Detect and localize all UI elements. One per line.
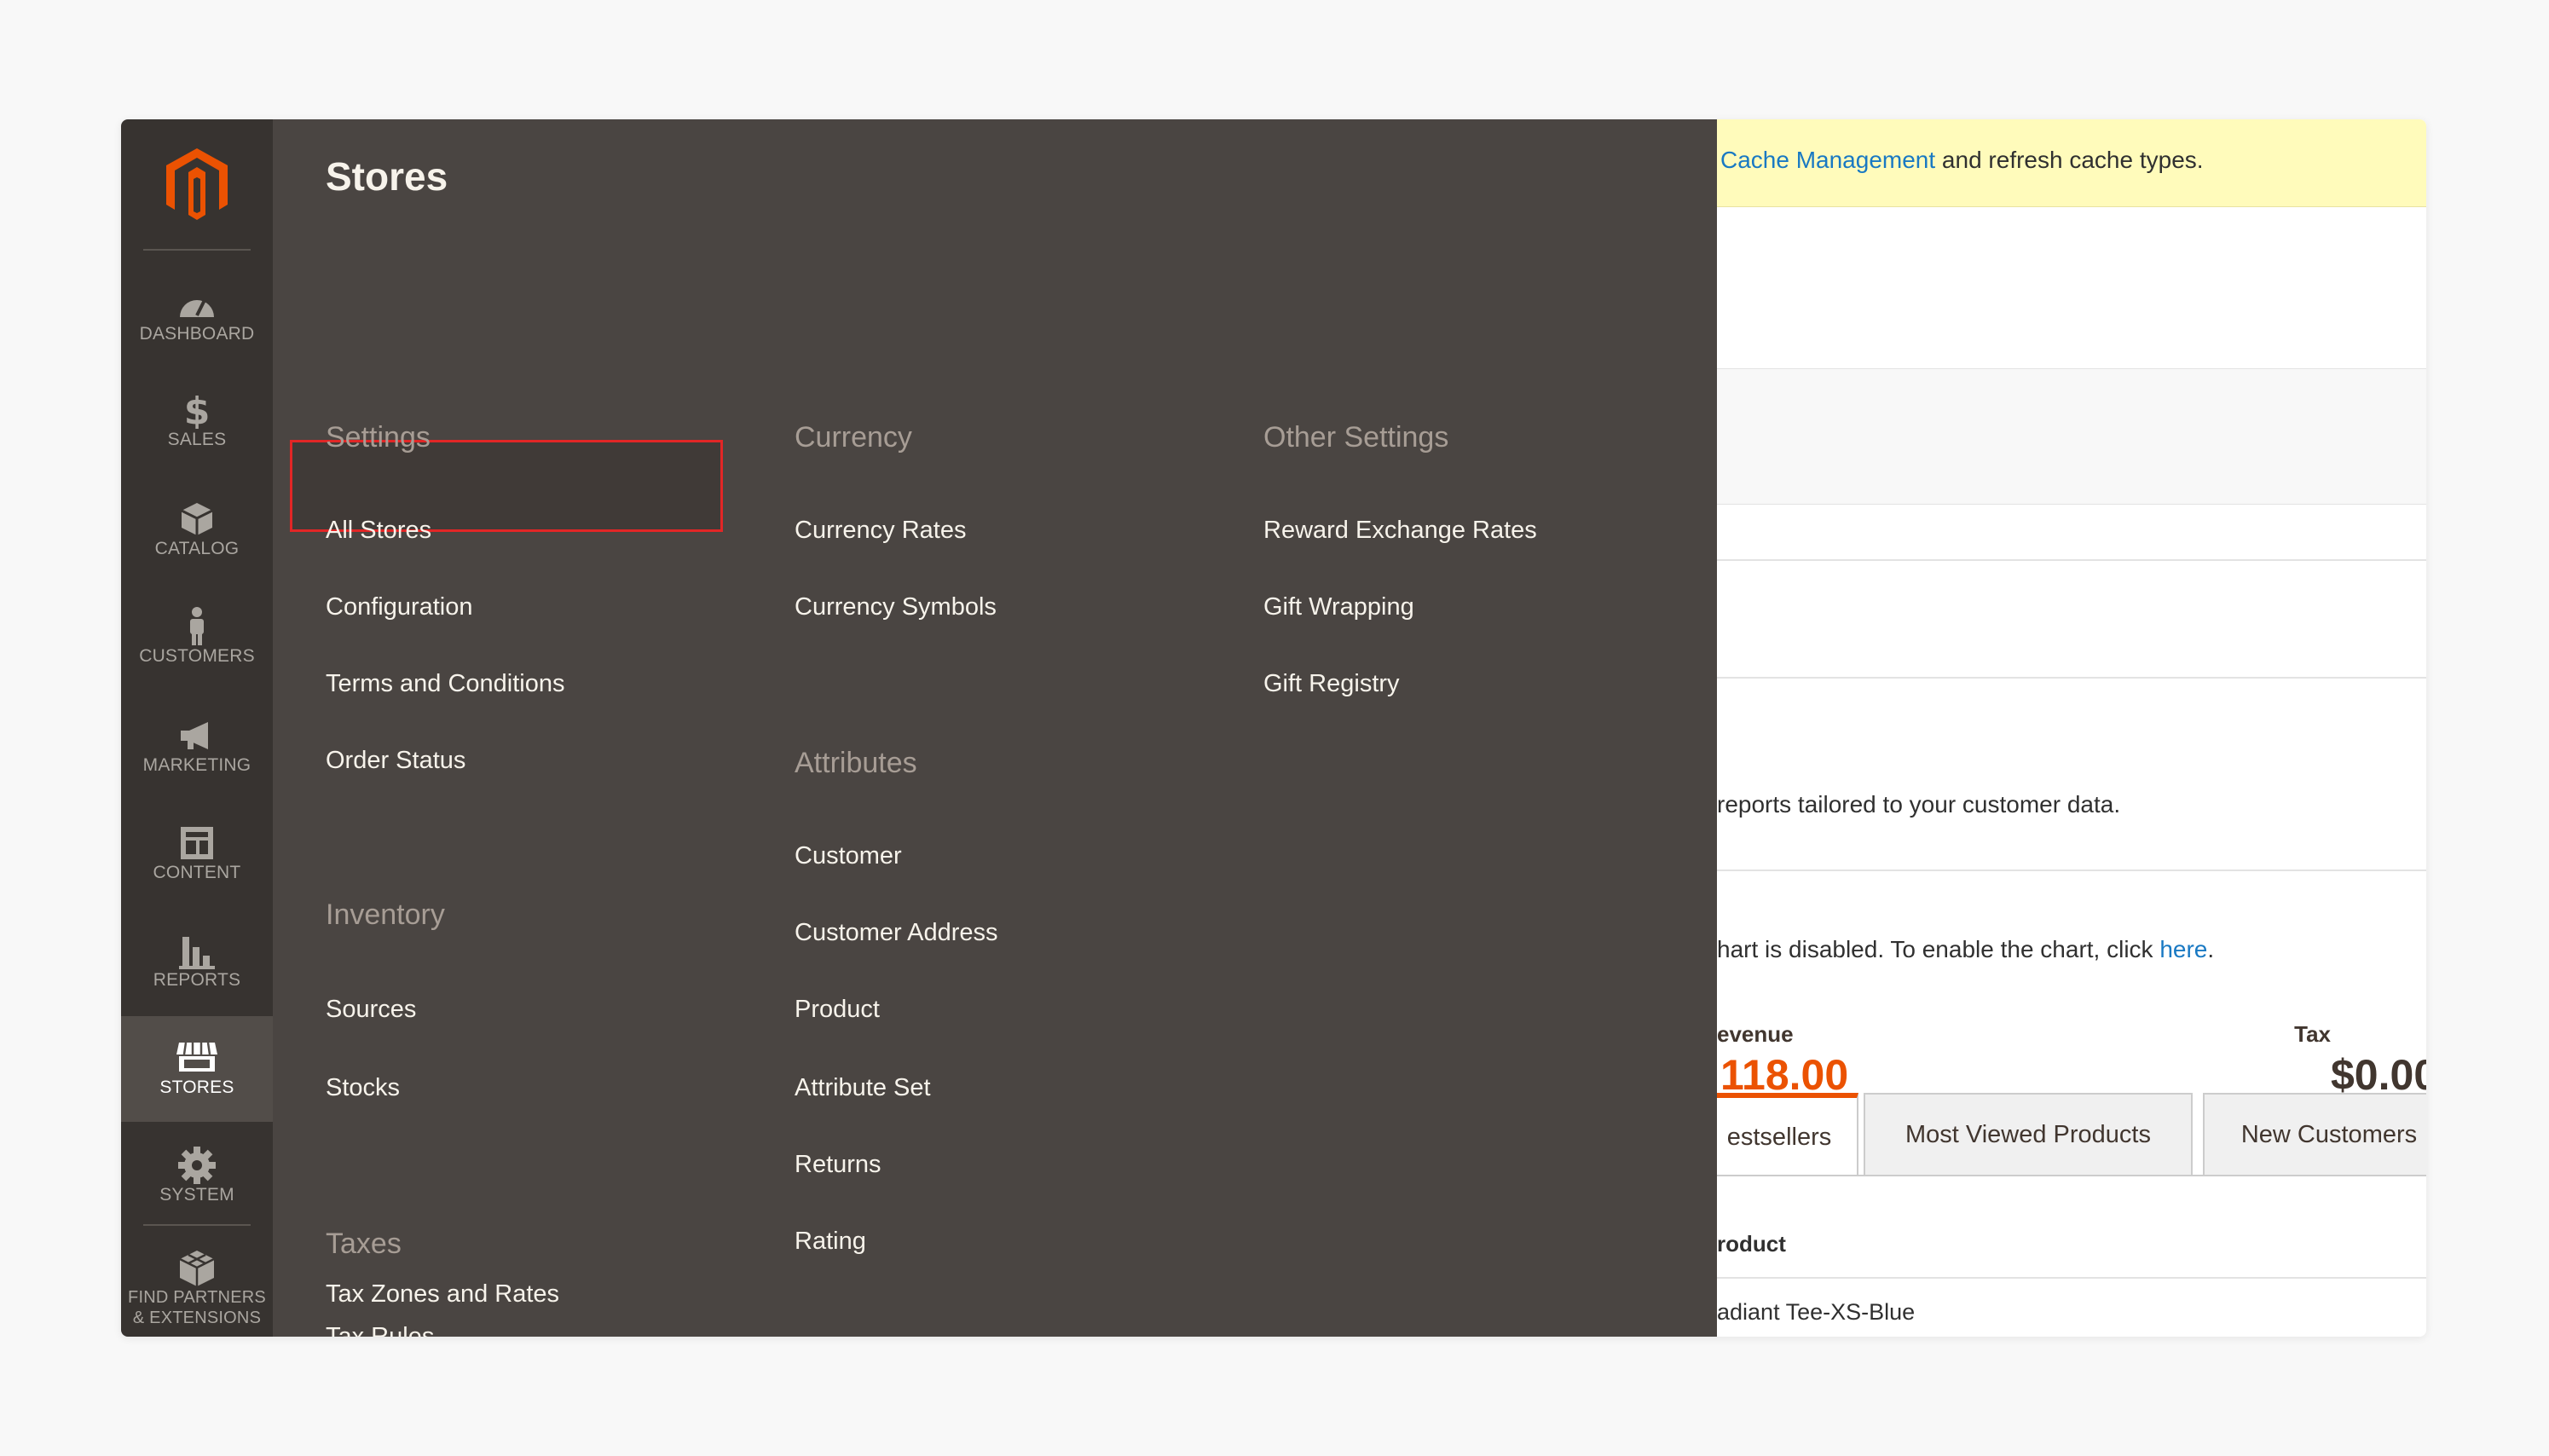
chart-disabled-text: hart is disabled. To enable the chart, c… <box>1717 936 2214 963</box>
chart-disabled-message: hart is disabled. To enable the chart, c… <box>1717 936 2160 962</box>
tab-new-customers[interactable]: New Customers <box>2203 1093 2426 1176</box>
nav-label: CATALOG <box>154 539 240 558</box>
menu-item-stocks[interactable]: Stocks <box>326 1074 400 1102</box>
menu-item-order-status[interactable]: Order Status <box>326 747 465 775</box>
menu-item-customer-address[interactable]: Customer Address <box>795 919 998 947</box>
sidebar-divider <box>143 1224 251 1226</box>
nav-item-catalog[interactable]: CATALOG <box>121 477 273 583</box>
menu-item-currency-rates[interactable]: Currency Rates <box>795 517 966 545</box>
enable-chart-link[interactable]: here <box>2159 936 2207 962</box>
nav-item-marketing[interactable]: MARKETING <box>121 694 273 800</box>
nav-label: REPORTS <box>153 970 241 990</box>
box-icon <box>180 500 214 538</box>
admin-window: DASHBOARD $ SALES CATALOG CUSTOMERS MARK… <box>121 119 2426 1337</box>
table-header-product: roduct <box>1717 1231 1786 1257</box>
menu-item-attribute-set[interactable]: Attribute Set <box>795 1074 931 1102</box>
divider <box>1717 870 2426 871</box>
nav-label: CONTENT <box>153 863 241 882</box>
nav-label: SALES <box>167 430 227 449</box>
tabs-baseline <box>1717 1175 2426 1176</box>
megaphone-icon <box>177 717 217 754</box>
gear-icon <box>177 1147 217 1184</box>
menu-item-tax-zones-and-rates[interactable]: Tax Zones and Rates <box>326 1280 559 1309</box>
menu-item-sources[interactable]: Sources <box>326 996 416 1024</box>
svg-text:$: $ <box>184 391 210 429</box>
nav-item-dashboard[interactable]: DASHBOARD <box>121 263 273 368</box>
menu-item-tax-rules[interactable]: Tax Rules <box>326 1323 434 1337</box>
storefront-icon <box>176 1039 218 1077</box>
sidebar-divider <box>143 249 251 251</box>
nav-label: SYSTEM <box>159 1185 234 1205</box>
menu-item-reward-exchange-rates[interactable]: Reward Exchange Rates <box>1263 517 1537 545</box>
layout-icon <box>179 824 215 862</box>
nav-label: STORES <box>159 1078 234 1097</box>
nav-item-stores[interactable]: STORES <box>121 1016 273 1122</box>
cube-icon <box>177 1250 217 1287</box>
menu-item-gift-registry[interactable]: Gift Registry <box>1263 670 1400 698</box>
section-title-inventory: Inventory <box>326 898 445 931</box>
person-icon <box>186 607 208 645</box>
section-title-currency: Currency <box>795 421 912 454</box>
dollar-icon: $ <box>184 391 210 429</box>
chart-notice-suffix: . <box>2207 936 2215 962</box>
dashboard-panel <box>1717 368 2426 505</box>
menu-item-product[interactable]: Product <box>795 996 880 1024</box>
nav-item-find-partners[interactable]: FIND PARTNERS & EXTENSIONS <box>121 1236 273 1337</box>
nav-item-content[interactable]: CONTENT <box>121 801 273 907</box>
dashboard-icon <box>177 286 217 323</box>
tab-most-viewed-products[interactable]: Most Viewed Products <box>1864 1093 2193 1176</box>
nav-item-reports[interactable]: REPORTS <box>121 909 273 1014</box>
menu-item-all-stores[interactable]: All Stores <box>326 517 431 545</box>
bar-chart-icon <box>179 932 215 969</box>
nav-item-system[interactable]: SYSTEM <box>121 1124 273 1229</box>
menu-item-customer[interactable]: Customer <box>795 842 902 870</box>
table-divider <box>1717 1277 2426 1279</box>
cache-notice: Cache Management and refresh cache types… <box>1717 119 2426 207</box>
table-row: adiant Tee-XS-Blue <box>1717 1299 1916 1325</box>
flyout-title: Stores <box>326 154 448 199</box>
nav-label: FIND PARTNERS <box>128 1288 266 1307</box>
dashboard-content: Cache Management and refresh cache types… <box>1717 119 2426 1337</box>
revenue-label: evenue <box>1717 1021 1794 1047</box>
nav-item-customers[interactable]: CUSTOMERS <box>121 585 273 690</box>
menu-item-configuration[interactable]: Configuration <box>326 593 473 621</box>
section-title-other-settings: Other Settings <box>1263 421 1449 454</box>
nav-item-sales[interactable]: $ SALES <box>121 368 273 474</box>
menu-item-currency-symbols[interactable]: Currency Symbols <box>795 593 997 621</box>
advanced-reporting-text: reports tailored to your customer data. <box>1717 791 2121 818</box>
magento-logo-icon[interactable] <box>121 145 273 222</box>
divider <box>1717 677 2426 679</box>
nav-label: DASHBOARD <box>139 324 255 344</box>
menu-item-terms-and-conditions[interactable]: Terms and Conditions <box>326 670 564 698</box>
tax-label: Tax <box>2294 1021 2331 1047</box>
menu-item-gift-wrapping[interactable]: Gift Wrapping <box>1263 593 1414 621</box>
nav-label: MARKETING <box>142 755 251 775</box>
nav-label-line2: & EXTENSIONS <box>132 1309 262 1327</box>
cache-management-link[interactable]: Cache Management <box>1720 147 1935 173</box>
section-title-settings: Settings <box>326 421 431 454</box>
menu-item-returns[interactable]: Returns <box>795 1151 881 1179</box>
section-title-attributes: Attributes <box>795 747 917 779</box>
divider <box>1717 559 2426 561</box>
stores-flyout-menu: Stores Settings All Stores Configuration… <box>273 119 1754 1337</box>
section-title-taxes: Taxes <box>326 1228 402 1260</box>
menu-item-rating[interactable]: Rating <box>795 1228 866 1256</box>
admin-sidebar: DASHBOARD $ SALES CATALOG CUSTOMERS MARK… <box>121 119 273 1337</box>
tab-bestsellers[interactable]: estsellers <box>1717 1093 1858 1176</box>
notice-text: and refresh cache types. <box>1935 147 2204 173</box>
nav-label: CUSTOMERS <box>139 646 255 666</box>
